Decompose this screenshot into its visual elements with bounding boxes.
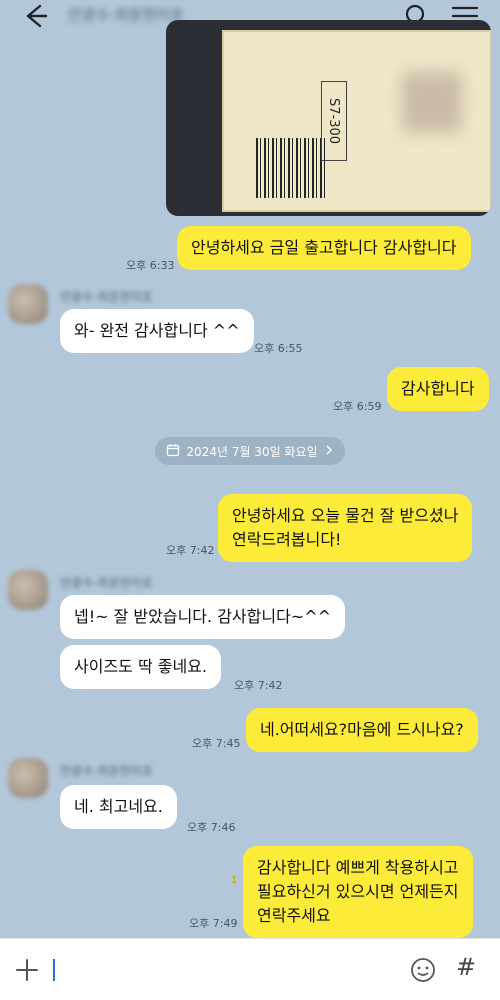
message-bubble-mine: 안녕하세요 금일 출고합니다 감사합니다 (177, 226, 471, 270)
message-time: 오후 7:42 (234, 679, 283, 692)
back-arrow-icon[interactable] (20, 2, 50, 30)
message-bubble-theirs: 사이즈도 딱 좋네요. (60, 645, 222, 689)
avatar[interactable] (8, 570, 48, 610)
date-divider-label: 2024년 7월 30일 화요일 (186, 444, 318, 459)
message-bubble-mine: 감사합니다 (387, 367, 489, 411)
chevron-right-icon (324, 444, 334, 459)
date-divider[interactable]: 2024년 7월 30일 화요일 (155, 437, 345, 465)
unread-count: 1 (231, 875, 238, 886)
message-time: 오후 7:49 (189, 917, 238, 930)
message-line: 필요하신거 있으시면 언제든지 (257, 882, 459, 901)
blurred-area (402, 72, 462, 132)
message-time: 오후 7:46 (187, 821, 236, 834)
message-input-bar: # (0, 938, 500, 1000)
sender-name: 안광수-최윤현미포 (60, 576, 153, 590)
avatar[interactable] (8, 284, 48, 324)
message-time: 오후 7:45 (192, 737, 241, 750)
hash-icon[interactable]: # (456, 953, 476, 981)
emoji-icon[interactable] (410, 957, 436, 983)
message-bubble-theirs: 네. 최고네요. (60, 785, 177, 829)
message-bubble-mine: 안녕하세요 오늘 물건 잘 받으셨나 연락드려봅니다! (218, 494, 473, 562)
message-line: 감사합니다 예쁘게 착용하시고 (257, 858, 459, 877)
label-code: S7-300 (321, 81, 347, 161)
message-line: 연락주세요 (257, 906, 331, 925)
message-time: 오후 6:33 (126, 259, 175, 272)
avatar[interactable] (8, 758, 48, 798)
message-bubble-mine: 감사합니다 예쁘게 착용하시고 필요하신거 있으시면 언제든지 연락주세요 (243, 846, 473, 938)
plus-icon[interactable] (14, 957, 40, 983)
message-line: 안녕하세요 오늘 물건 잘 받으셨나 (232, 506, 459, 525)
message-bubble-theirs: 와- 완전 감사합니다 ^^ (60, 309, 254, 353)
message-bubble-mine: 네.어떠세요?마음에 드시나요? (246, 708, 478, 752)
calendar-icon (166, 443, 180, 460)
message-time: 오후 6:55 (254, 342, 303, 355)
message-time: 오후 6:59 (333, 400, 382, 413)
message-bubble-theirs: 넵!~ 잘 받았습니다. 감사합니다~^^ (60, 595, 346, 639)
shipping-label-photo[interactable]: S7-300 (166, 20, 491, 216)
sender-name: 안광수-최윤현미포 (60, 290, 153, 304)
message-time: 오후 7:42 (166, 544, 215, 557)
message-line: 연락드려봅니다! (232, 530, 342, 549)
sender-name: 안광수-최윤현미포 (60, 764, 153, 778)
message-input[interactable] (53, 959, 55, 981)
barcode (256, 138, 326, 198)
